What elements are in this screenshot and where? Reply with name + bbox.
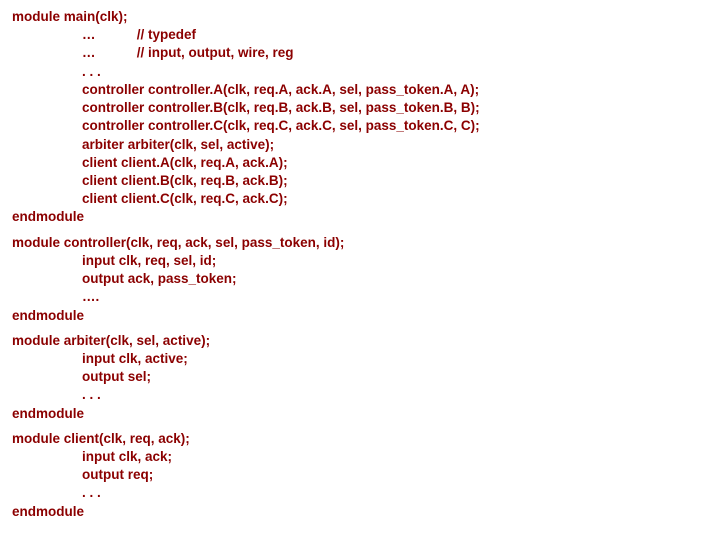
block-gap [12,423,708,430]
code-line: client client.C(clk, req.C, ack.C); [12,190,708,208]
code-line: input clk, req, sel, id; [12,252,708,270]
code-line: output req; [12,466,708,484]
code-line: . . . [12,386,708,404]
code-line: controller controller.C(clk, req.C, ack.… [12,117,708,135]
code-line: … // input, output, wire, reg [12,44,708,62]
code-line: module client(clk, req, ack); [12,430,708,448]
code-listing: module main(clk);… // typedef… // input,… [12,8,708,521]
code-line: . . . [12,63,708,81]
code-line: output sel; [12,368,708,386]
code-line: endmodule [12,503,708,521]
code-line: module main(clk); [12,8,708,26]
code-line: module controller(clk, req, ack, sel, pa… [12,234,708,252]
code-line: endmodule [12,405,708,423]
code-line: . . . [12,484,708,502]
code-line: arbiter arbiter(clk, sel, active); [12,136,708,154]
code-line: module arbiter(clk, sel, active); [12,332,708,350]
code-line: input clk, active; [12,350,708,368]
code-line: … // typedef [12,26,708,44]
block-gap [12,227,708,234]
code-line: controller controller.A(clk, req.A, ack.… [12,81,708,99]
code-line: endmodule [12,208,708,226]
code-line: …. [12,288,708,306]
code-line: controller controller.B(clk, req.B, ack.… [12,99,708,117]
block-gap [12,325,708,332]
code-line: endmodule [12,307,708,325]
code-line: client client.B(clk, req.B, ack.B); [12,172,708,190]
code-line: input clk, ack; [12,448,708,466]
code-line: output ack, pass_token; [12,270,708,288]
code-line: client client.A(clk, req.A, ack.A); [12,154,708,172]
